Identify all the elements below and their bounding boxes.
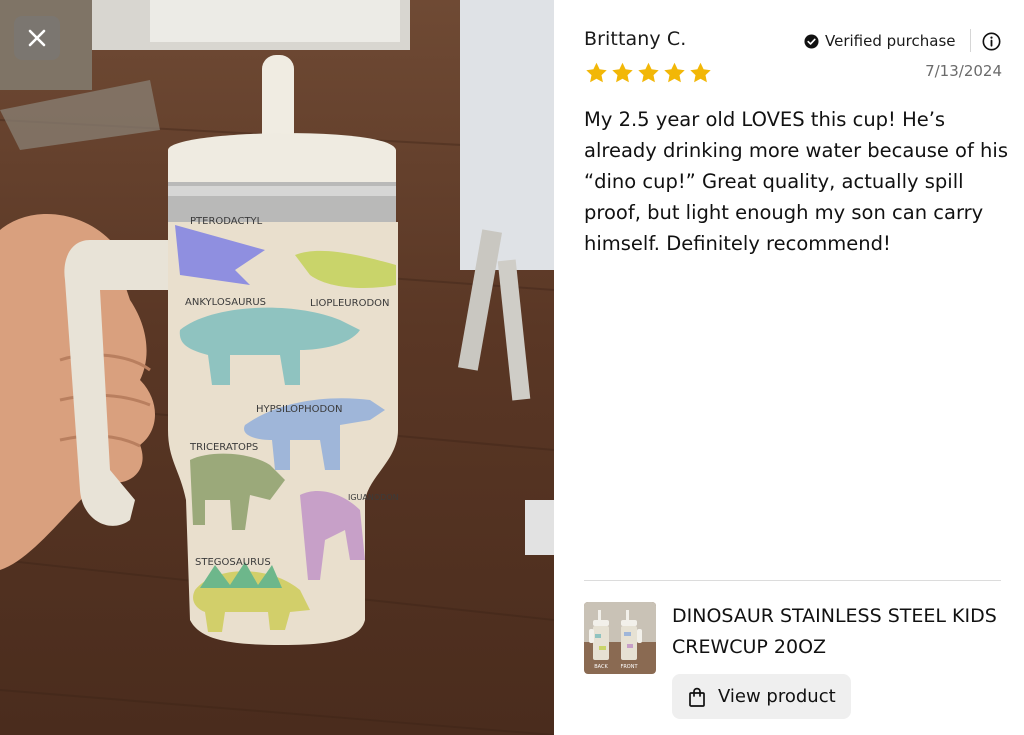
product-divider bbox=[584, 580, 1001, 581]
header-divider bbox=[970, 29, 971, 52]
cup-label: IGUANODON bbox=[348, 493, 399, 502]
shopping-bag-icon bbox=[689, 687, 705, 707]
close-button[interactable] bbox=[14, 16, 60, 60]
review-photo: PTERODACTYL ANKYLOSAURUS LIOPLEURODON HY… bbox=[0, 0, 554, 735]
info-button[interactable] bbox=[980, 30, 1002, 52]
thumb-label-back: BACK bbox=[594, 664, 608, 670]
view-product-label: View product bbox=[718, 686, 836, 707]
cup-label: STEGOSAURUS bbox=[195, 557, 271, 568]
check-circle-icon bbox=[804, 33, 819, 49]
info-icon bbox=[982, 32, 1000, 50]
review-modal: PTERODACTYL ANKYLOSAURUS LIOPLEURODON HY… bbox=[0, 0, 1024, 735]
close-icon bbox=[28, 29, 46, 47]
cup-photo-illustration: PTERODACTYL ANKYLOSAURUS LIOPLEURODON HY… bbox=[0, 0, 554, 735]
product-image: BACK FRONT bbox=[584, 602, 656, 674]
product-name[interactable]: DINOSAUR STAINLESS STEEL KIDS CREWCUP 20… bbox=[672, 601, 1002, 663]
cup-label: ANKYLOSAURUS bbox=[185, 297, 266, 308]
review-details: Brittany C. Verified purchase 7/13/2024 … bbox=[554, 0, 1024, 735]
star-icon bbox=[688, 61, 713, 85]
star-icon bbox=[636, 61, 661, 85]
cup-label: TRICERATOPS bbox=[189, 442, 258, 453]
verified-label: Verified purchase bbox=[825, 32, 956, 50]
verified-badge: Verified purchase bbox=[804, 30, 955, 52]
cup-label: LIOPLEURODON bbox=[310, 298, 390, 309]
reviewer-name: Brittany C. bbox=[584, 28, 687, 50]
thumb-label-front: FRONT bbox=[620, 664, 638, 670]
product-thumbnail[interactable]: BACK FRONT bbox=[584, 602, 656, 674]
cup-label: HYPSILOPHODON bbox=[256, 404, 343, 415]
star-icon bbox=[610, 61, 635, 85]
review-date: 7/13/2024 bbox=[925, 62, 1002, 80]
cup-label: PTERODACTYL bbox=[190, 216, 263, 227]
star-icon bbox=[584, 61, 609, 85]
view-product-button[interactable]: View product bbox=[672, 674, 851, 719]
star-icon bbox=[662, 61, 687, 85]
review-text: My 2.5 year old LOVES this cup! He’s alr… bbox=[584, 108, 1008, 255]
star-rating bbox=[584, 61, 713, 85]
